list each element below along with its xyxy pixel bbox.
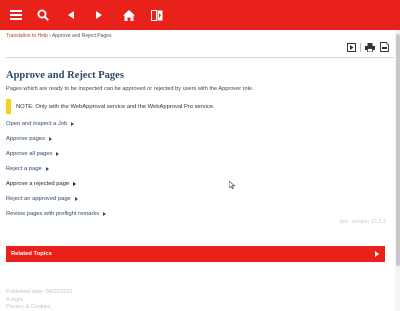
menu-button[interactable] — [3, 0, 29, 30]
print-icon — [365, 42, 375, 52]
page-title: Approve and Reject Pages — [6, 70, 124, 81]
toc-button[interactable] — [144, 0, 170, 30]
link-label: Review pages with preflight remarks — [6, 211, 100, 217]
top-toolbar — [0, 0, 400, 30]
link-approve-pages[interactable]: Approve pages — [6, 136, 52, 142]
tool-divider — [360, 42, 361, 52]
pdf-button[interactable] — [379, 42, 389, 52]
pdf-icon — [379, 42, 389, 52]
arrow-right-icon — [49, 137, 52, 141]
forward-button[interactable] — [86, 0, 112, 30]
doc-version: doc. version 12.3.2 — [339, 219, 386, 225]
link-label: Approve a rejected page — [6, 181, 70, 187]
search-button[interactable] — [30, 0, 56, 30]
menu-icon — [10, 10, 22, 20]
breadcrumb-link[interactable]: Translation to Help — [6, 33, 48, 39]
link-label: Reject a page — [6, 166, 42, 172]
related-topics-label: Related Topics — [11, 251, 52, 257]
link-label: Reject an approved page — [6, 196, 71, 202]
intro-text: Pages which are ready to be inspected ca… — [6, 86, 254, 92]
chevron-right-icon — [96, 11, 102, 19]
privacy-link[interactable]: Privacy & Cookies — [6, 304, 51, 310]
arrow-right-icon — [45, 167, 49, 171]
breadcrumb-current: Approve and Reject Pages — [51, 33, 112, 39]
back-button[interactable] — [58, 0, 84, 30]
link-label: Approve pages — [6, 136, 45, 142]
related-topics-bar[interactable]: Related Topics — [6, 246, 385, 262]
link-reject-approved-page[interactable]: Reject an approved page — [6, 196, 78, 202]
link-label: Approve all pages — [6, 151, 53, 157]
page-tools — [346, 42, 389, 52]
arrow-right-icon — [73, 182, 77, 186]
breadcrumb: Translation to Help › Approve and Reject… — [6, 33, 111, 39]
published-date: Published date: 04/22/2021 — [6, 289, 73, 295]
arrow-right-icon — [375, 251, 379, 257]
mouse-cursor-icon — [229, 181, 235, 189]
breadcrumb-separator: › — [49, 33, 51, 39]
note-bar — [6, 99, 11, 114]
scrollbar-thumb[interactable] — [396, 34, 400, 266]
search-icon — [37, 9, 49, 21]
link-approve-all-pages[interactable]: Approve all pages — [6, 151, 60, 157]
expand-icon — [346, 42, 356, 52]
link-label: Open and inspect a Job — [6, 121, 68, 127]
link-review-preflight[interactable]: Review pages with preflight remarks — [6, 211, 107, 217]
expand-button[interactable] — [346, 42, 356, 52]
home-button[interactable] — [116, 0, 142, 30]
link-reject-page[interactable]: Reject a page — [6, 166, 49, 172]
copyright: © Agfa — [6, 296, 23, 303]
link-open-inspect-job[interactable]: Open and inspect a Job — [6, 121, 75, 127]
print-button[interactable] — [365, 42, 375, 52]
note-text: NOTE: Only with the WebApproval service … — [16, 103, 215, 110]
arrow-right-icon — [56, 152, 60, 156]
book-icon — [151, 9, 163, 21]
note-box: NOTE: Only with the WebApproval service … — [6, 99, 215, 114]
home-icon — [123, 9, 135, 21]
chevron-left-icon — [68, 11, 74, 19]
arrow-right-icon — [103, 212, 107, 216]
arrow-right-icon — [74, 197, 78, 201]
arrow-right-icon — [71, 122, 75, 126]
link-approve-rejected-page[interactable]: Approve a rejected page — [6, 181, 77, 187]
footer: Published date: 04/22/2021 © Agfa Privac… — [6, 289, 73, 311]
header-divider — [6, 57, 394, 58]
